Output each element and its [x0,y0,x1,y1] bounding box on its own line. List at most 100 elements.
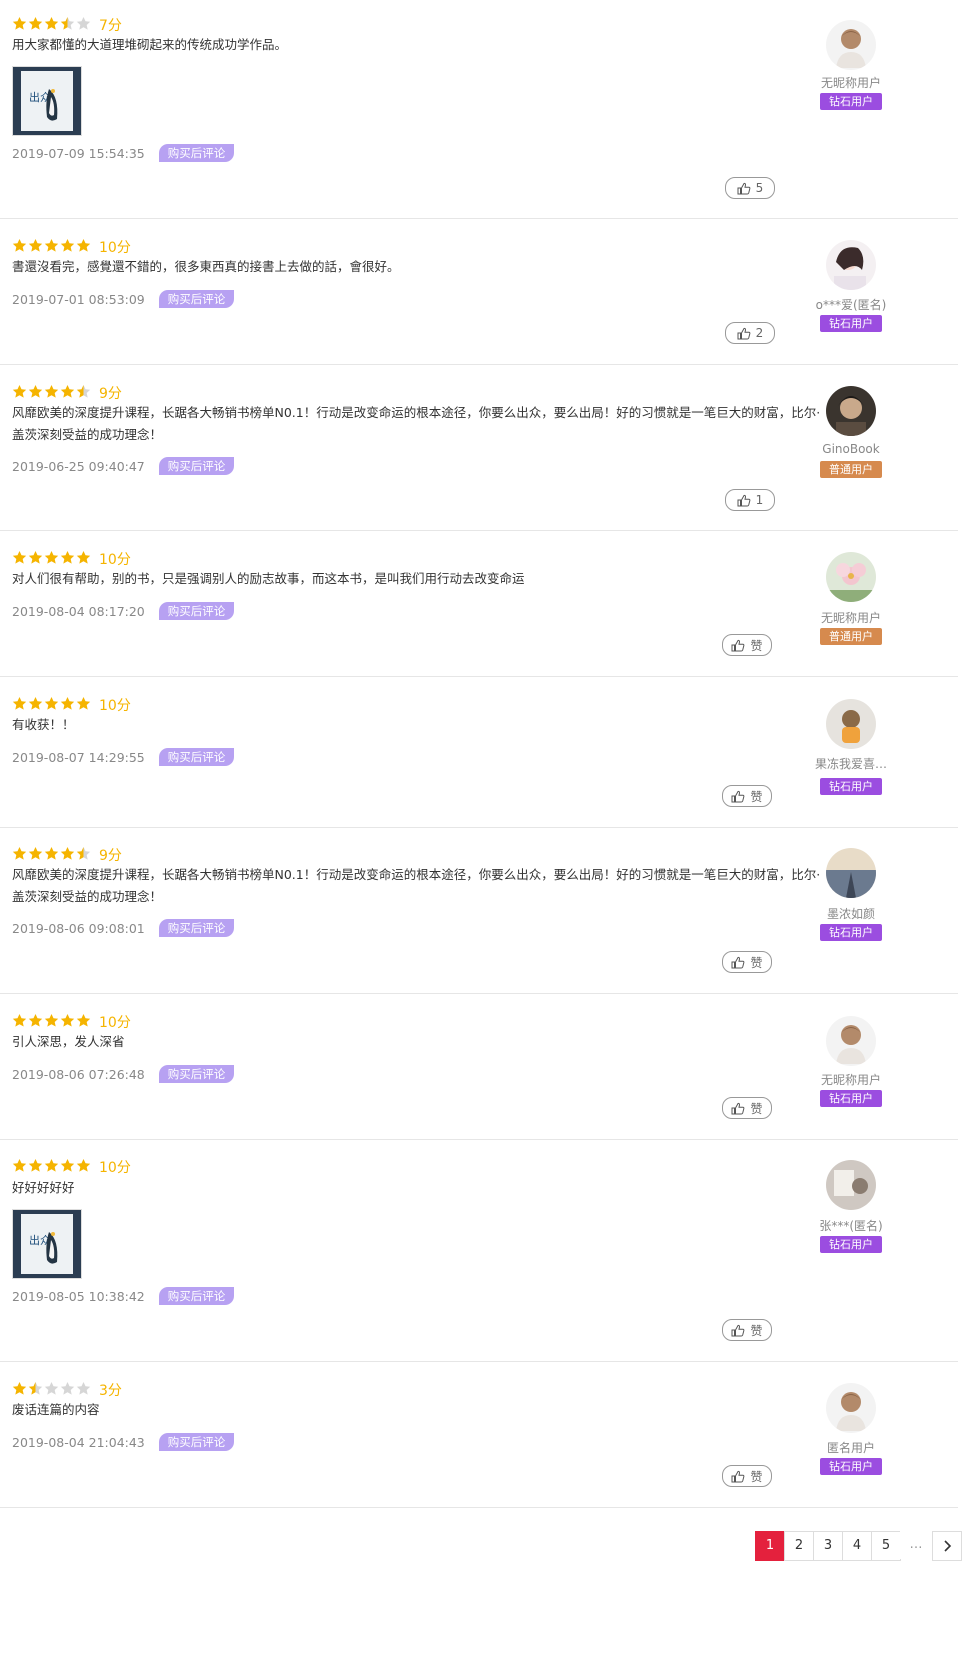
star-icon [12,550,27,569]
username[interactable]: 无昵称用户 [796,609,906,626]
thumbs-up-icon [731,1470,745,1482]
star-icon [60,238,75,257]
user-level-badge: 普通用户 [820,628,882,645]
star-icon [60,550,75,569]
avatar[interactable] [826,20,876,70]
purchased-badge: 购买后评论 [158,602,235,620]
star-icon [44,696,59,715]
avatar[interactable] [826,1383,876,1433]
review-score: 10分 [99,552,131,568]
page-2-button[interactable]: 2 [784,1531,814,1561]
user-level-badge: 钻石用户 [820,1458,882,1475]
purchased-badge: 购买后评论 [158,748,235,766]
review-score: 9分 [99,386,122,402]
avatar[interactable] [826,1160,876,1210]
review-rating: 3分 [12,1380,122,1400]
purchased-badge: 购买后评论 [158,1065,235,1083]
star-icon [44,846,59,865]
like-button[interactable]: 赞 [722,634,772,656]
avatar[interactable] [826,1016,876,1066]
user-level-badge: 钻石用户 [820,1236,882,1253]
avatar[interactable] [826,699,876,749]
like-button[interactable]: 2 [725,322,775,344]
purchased-badge: 购买后评论 [158,290,235,308]
like-button[interactable]: 5 [725,177,775,199]
review-text: 書還沒看完，感覺還不錯的，很多東西真的接書上去做的話，會很好。 [12,259,400,274]
star-rating [12,1381,91,1400]
username[interactable]: 果冻我爱喜… [796,755,906,772]
star-icon [44,384,59,403]
like-button[interactable]: 赞 [722,1465,772,1487]
review-date: 2019-08-05 10:38:42 [12,1288,145,1304]
star-icon [12,1158,27,1177]
review-score: 10分 [99,240,131,256]
next-page-button[interactable] [932,1531,962,1561]
review-score: 7分 [99,18,122,34]
star-icon [28,1381,43,1400]
purchased-badge: 购买后评论 [158,1287,235,1305]
thumbs-up-icon [731,639,745,651]
review-date: 2019-08-04 21:04:43 [12,1434,145,1450]
thumbs-up-icon [737,494,751,506]
review-item [0,0,958,219]
star-icon [12,384,27,403]
avatar[interactable] [826,386,876,436]
like-button[interactable]: 赞 [722,1319,772,1341]
star-icon [44,1158,59,1177]
review-rating: 10分 [12,695,131,715]
star-icon [60,16,75,35]
review-date: 2019-06-25 09:40:47 [12,458,145,474]
review-score: 3分 [99,1383,122,1399]
page-3-button[interactable]: 3 [813,1531,843,1561]
review-rating: 10分 [12,237,131,257]
review-rating: 9分 [12,845,122,865]
review-image[interactable]: 出众 [12,1209,82,1279]
star-icon [76,16,91,35]
star-rating [12,1158,91,1177]
username[interactable]: 无昵称用户 [796,1071,906,1088]
like-button[interactable]: 赞 [722,1097,772,1119]
review-score: 10分 [99,698,131,714]
like-button[interactable]: 赞 [722,951,772,973]
page-5-button[interactable]: 5 [871,1531,901,1561]
avatar[interactable] [826,240,876,290]
thumbs-up-icon [731,956,745,968]
star-icon [60,696,75,715]
star-rating [12,696,91,715]
review-meta: 2019-08-06 07:26:48 购买后评论 [12,1065,235,1083]
review-date: 2019-08-04 08:17:20 [12,603,145,619]
like-count: 赞 [750,1323,763,1338]
star-icon [76,384,91,403]
purchased-badge: 购买后评论 [158,144,235,162]
username[interactable]: 无昵称用户 [796,74,906,91]
like-count: 5 [755,181,764,195]
review-date: 2019-08-06 09:08:01 [12,920,145,936]
star-icon [76,1158,91,1177]
username[interactable]: GinoBook [796,442,906,456]
star-icon [12,16,27,35]
review-rating: 9分 [12,383,122,403]
thumbs-up-icon [737,327,751,339]
user-level-badge: 钻石用户 [820,1090,882,1107]
star-icon [76,550,91,569]
star-rating [12,846,91,865]
star-icon [28,238,43,257]
username[interactable]: 匿名用户 [796,1439,906,1456]
like-button[interactable]: 赞 [722,785,772,807]
avatar[interactable] [826,552,876,602]
username[interactable]: 张***(匿名) [796,1217,906,1234]
page-1-button[interactable]: 1 [755,1531,785,1561]
review-image[interactable]: 出众 [12,66,82,136]
username[interactable]: o***爱(匿名) [796,296,906,313]
avatar[interactable] [826,848,876,898]
star-icon [76,1013,91,1032]
like-button[interactable]: 1 [725,489,775,511]
username[interactable]: 墨浓如颜 [796,905,906,922]
review-date: 2019-08-06 07:26:48 [12,1066,145,1082]
star-icon [60,1158,75,1177]
page-4-button[interactable]: 4 [842,1531,872,1561]
user-level-badge: 普通用户 [820,461,882,478]
user-level-badge: 钻石用户 [820,315,882,332]
star-icon [12,846,27,865]
review-text: 废话连篇的内容 [12,1402,100,1417]
